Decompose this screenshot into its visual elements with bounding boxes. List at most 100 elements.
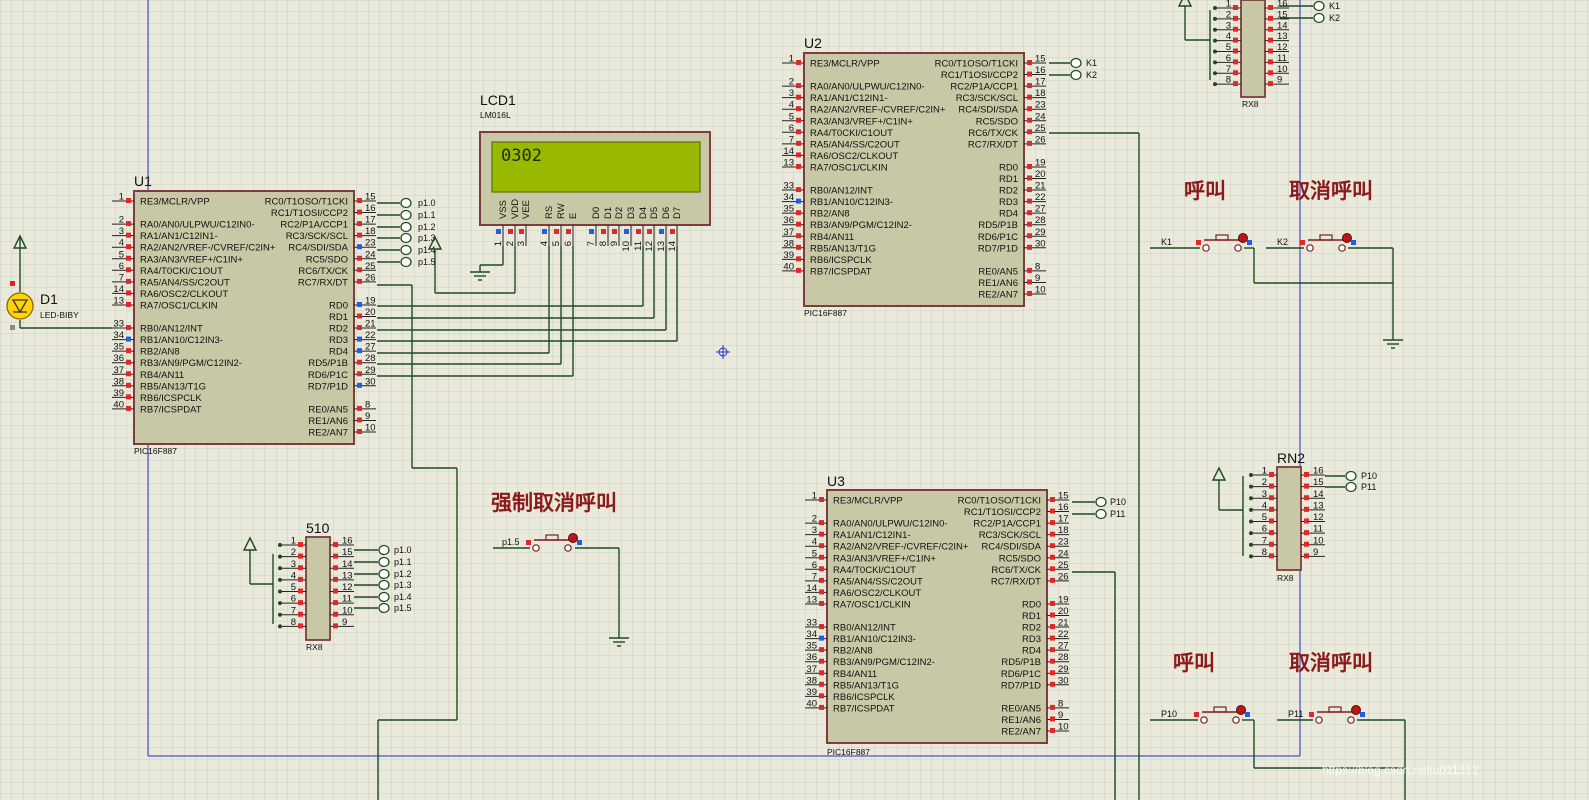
pin-marker-icon — [819, 704, 824, 710]
actuator-dot-icon[interactable] — [1236, 705, 1246, 715]
pin-number: 33 — [783, 181, 794, 192]
pin-label: RC6/TX/CK — [991, 565, 1041, 576]
pin-label: RC6/TX/CK — [968, 128, 1018, 139]
rx-pin-number: 7 — [291, 605, 296, 616]
net-label: p1.5 — [418, 257, 436, 267]
junction-dot-icon — [1213, 27, 1217, 32]
pin-marker-icon — [298, 542, 303, 547]
u2-part: PIC16F887 — [804, 308, 847, 318]
pin-marker-icon — [554, 229, 559, 234]
lcd-pin-number: 12 — [644, 241, 655, 252]
chip-u2[interactable]: U2 1 RE3/MCLR/VPP 2 RA0/AN0/ULPWU/C12IN0- 3 R… — [782, 35, 1046, 318]
pin-label: RB5/AN13/T1G — [140, 381, 206, 392]
rx-pin-number: 9 — [342, 617, 347, 628]
pin-label: RA6/OSC2/CLKOUT — [810, 151, 898, 162]
pin-label: RC0/T1OSO/T1CKI — [935, 59, 1018, 70]
rn2-body[interactable] — [1276, 466, 1302, 571]
pin-number: 5 — [812, 548, 817, 559]
pin-marker-icon — [357, 405, 362, 411]
pin-marker-icon — [126, 359, 131, 365]
port-p10-icon — [1345, 470, 1357, 482]
pin-marker-icon — [508, 229, 513, 234]
pin-number: 18 — [365, 226, 376, 237]
pin-number: 21 — [365, 319, 376, 330]
pin-number: 40 — [806, 698, 817, 709]
chip-u1[interactable]: U1 1 RE3/MCLR/VPP 2 RA0/AN0/ULPWU/C12IN0- 3 R… — [112, 173, 376, 456]
actuator-dot-icon[interactable] — [1351, 705, 1361, 715]
pin-marker-icon — [1269, 483, 1274, 489]
rx-pin-number: 14 — [342, 559, 353, 570]
pin-marker-icon — [1304, 483, 1309, 489]
actuator-dot-icon[interactable] — [1238, 233, 1248, 243]
pin-label: RB1/AN10/C12IN3- — [833, 634, 916, 645]
contact-icon — [1338, 244, 1346, 252]
pin-marker-icon — [1269, 541, 1274, 547]
actuator-dot-icon[interactable] — [1342, 233, 1352, 243]
pin-marker-icon — [1050, 670, 1055, 676]
pin-marker-icon — [1027, 163, 1032, 169]
junction-dot-icon — [278, 612, 282, 617]
pin-label: RC6/TX/CK — [298, 266, 348, 277]
pin-marker-icon — [796, 198, 801, 204]
rx-pin-number: 9 — [1277, 75, 1282, 86]
net-p11-button: P11 — [1288, 709, 1303, 719]
pin-label: RD0 — [999, 162, 1018, 173]
pin-number: 10 — [1058, 722, 1069, 733]
pin-label: RE1/AN6 — [978, 278, 1018, 289]
lcd-ref: LCD1 — [480, 92, 516, 108]
pin-label: RA3/AN3/VREF+/C1IN+ — [140, 254, 243, 265]
actuator-dot-icon[interactable] — [568, 533, 578, 543]
pin-number: 13 — [806, 594, 817, 605]
pin-marker-icon — [1050, 728, 1055, 733]
rx-pin-number: 12 — [342, 582, 353, 593]
pin-number: 40 — [783, 261, 794, 272]
pin-marker-icon — [333, 576, 338, 582]
chip-u3[interactable]: U3 1 RE3/MCLR/VPP 2 RA0/AN0/ULPWU/C12IN0- 3 R… — [805, 473, 1069, 757]
pin-marker-icon — [1247, 240, 1252, 245]
pin-marker-icon — [1269, 553, 1274, 559]
contact-icon — [1232, 716, 1240, 724]
pin-label: RB3/AN9/PGM/C12IN2- — [833, 657, 935, 668]
pin-marker-icon — [796, 140, 801, 146]
pin-marker-icon — [333, 611, 338, 617]
junction-dot-icon — [1213, 71, 1217, 76]
led-ref: D1 — [40, 291, 58, 307]
rn510-body[interactable] — [305, 536, 331, 641]
pin-label: RA3/AN3/VREF+/C1IN+ — [833, 553, 936, 564]
pin-label: RD3 — [999, 197, 1018, 208]
rx-pin-number: 1 — [1226, 0, 1231, 10]
junction-dot-icon — [278, 624, 282, 629]
pin-number: 24 — [1058, 548, 1069, 559]
pin-number: 3 — [119, 226, 124, 237]
port-icon — [378, 591, 390, 603]
pin-number: 38 — [806, 675, 817, 686]
rx-pin-number: 12 — [1313, 512, 1324, 523]
rx-pin-number: 11 — [1277, 53, 1287, 64]
pin-label: RD5/P1B — [978, 220, 1018, 231]
pin-number: 25 — [1058, 560, 1069, 571]
rx-pin-number: 15 — [342, 547, 353, 558]
pin-number: 22 — [1035, 192, 1046, 203]
pin-marker-icon — [1050, 704, 1055, 710]
pin-label: RE3/MCLR/VPP — [810, 59, 880, 70]
contact-icon — [1200, 716, 1208, 724]
pin-label: RB3/AN9/PGM/C12IN2- — [140, 358, 242, 369]
pin-label: RC2/P1A/CCP1 — [280, 220, 348, 231]
pin-marker-icon — [357, 244, 362, 250]
pin-label: RB0/AN12/INT — [810, 186, 873, 197]
pin-marker-icon — [1027, 71, 1032, 77]
pin-marker-icon — [1050, 635, 1055, 641]
pin-label: RB2/AN8 — [810, 209, 850, 220]
pin-label: RA7/OSC1/CLKIN — [833, 599, 911, 610]
pin-marker-icon — [796, 233, 801, 239]
rx-pin-number: 10 — [1313, 535, 1324, 546]
net-k1: K1 — [1086, 58, 1097, 68]
rn-top-body[interactable] — [1240, 0, 1266, 98]
pin-number: 2 — [812, 514, 817, 525]
pin-marker-icon — [796, 244, 801, 250]
pin-marker-icon — [1269, 472, 1274, 477]
net-label: p1.0 — [394, 545, 412, 555]
pin-label: RD7/P1D — [978, 243, 1018, 254]
pin-number: 8 — [365, 399, 370, 410]
schematic-canvas[interactable]: U1 1 RE3/MCLR/VPP 2 RA0/AN0/ULPWU/C12IN0- 3 R… — [0, 0, 1589, 800]
